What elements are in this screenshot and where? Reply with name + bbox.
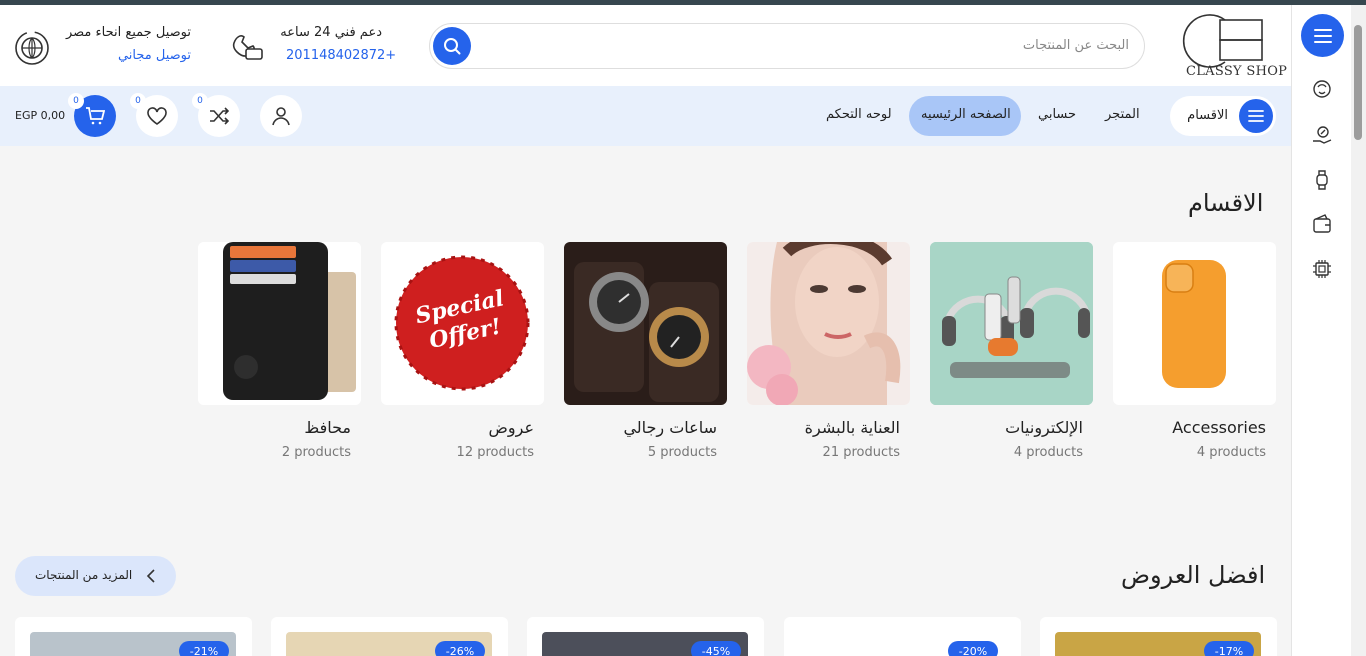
category-image (1162, 260, 1226, 388)
category-card-skincare[interactable] (747, 242, 910, 405)
category-card-offers[interactable]: Special Offer! (381, 242, 544, 405)
wishlist-count-badge: 0 (130, 93, 146, 109)
cart-icon (86, 107, 105, 125)
support-title: دعم فني 24 ساعه (280, 25, 382, 40)
logo-text: CLASSY SHOP (1186, 64, 1288, 79)
discount-badge: -45% (691, 641, 741, 656)
account-button[interactable] (260, 95, 302, 137)
offers-section-title: افضل العروض (1121, 561, 1266, 589)
offer-card[interactable]: -17% (1040, 617, 1277, 656)
category-name[interactable]: العناية بالبشرة (737, 418, 900, 437)
discount-badge: -17% (1204, 641, 1254, 656)
nav-link-dashboard[interactable]: لوحه التحكم (826, 107, 892, 122)
watch-icon[interactable] (1311, 169, 1333, 191)
category-count: 4 products (1013, 445, 1083, 460)
search-bar[interactable]: البحث عن المنتجات (429, 23, 1145, 69)
category-name[interactable]: محافظ (188, 418, 351, 437)
category-count: 21 products (822, 445, 900, 460)
site-header: CLASSY SHOP البحث عن المنتجات دعم فني 24… (0, 5, 1291, 86)
discount-badge: -20% (948, 641, 998, 656)
nav-link-account[interactable]: حسابي (1038, 107, 1076, 122)
category-name[interactable]: عروض (371, 418, 534, 437)
compare-count-badge: 0 (192, 93, 208, 109)
category-card-wallets[interactable] (198, 242, 361, 405)
user-icon (272, 107, 290, 126)
category-image (198, 242, 361, 405)
category-count: 12 products (456, 445, 534, 460)
categories-section-title: الاقسام (1188, 189, 1264, 217)
offer-card[interactable]: -26% (271, 617, 508, 656)
category-card-accessories[interactable] (1113, 242, 1276, 405)
search-icon (444, 38, 461, 55)
category-image (747, 242, 910, 405)
category-count: 2 products (281, 445, 351, 460)
scrollbar-thumb[interactable] (1354, 25, 1362, 140)
discount-hand-icon[interactable] (1311, 124, 1333, 146)
discount-badge: -26% (435, 641, 485, 656)
cart-count-badge: 0 (68, 93, 84, 109)
categories-menu-button[interactable]: الاقسام (1170, 96, 1276, 136)
hamburger-icon (1313, 28, 1332, 43)
shipping-title: توصيل جميع انحاء مصر (65, 25, 191, 40)
main-nav: الاقسام المتجر حسابي الصفحه الرئيسيه لوح… (0, 86, 1291, 146)
offer-card[interactable]: -21% (15, 617, 252, 656)
chip-icon[interactable] (1311, 258, 1333, 280)
side-rail (1291, 5, 1351, 656)
wallet-icon[interactable] (1311, 213, 1333, 235)
face-icon[interactable] (1311, 78, 1333, 100)
category-card-mens-watches[interactable] (564, 242, 727, 405)
more-products-label: المزيد من المنتجات (35, 568, 133, 582)
category-name[interactable]: الإلكترونيات (920, 418, 1083, 437)
hamburger-icon (1248, 110, 1264, 122)
category-name[interactable]: Accessories (1103, 418, 1266, 437)
offer-card[interactable]: -45% (527, 617, 764, 656)
globe-icon (15, 31, 49, 65)
search-button[interactable] (433, 27, 471, 65)
categories-menu-icon-wrap (1239, 99, 1273, 133)
heart-icon (147, 107, 167, 125)
category-name[interactable]: ساعات رجالي (554, 418, 717, 437)
categories-menu-label: الاقسام (1187, 108, 1228, 123)
category-image (564, 242, 727, 405)
shuffle-icon (210, 107, 229, 125)
rail-menu-button[interactable] (1301, 14, 1344, 57)
nav-link-shop[interactable]: المتجر (1105, 107, 1140, 122)
more-products-button[interactable]: المزيد من المنتجات (15, 556, 176, 596)
nav-link-home[interactable]: الصفحه الرئيسيه (921, 107, 1011, 122)
cart-total[interactable]: EGP 0,00 (15, 109, 65, 122)
offer-card[interactable]: -20% (784, 617, 1021, 656)
category-count: 5 products (647, 445, 717, 460)
category-count: 4 products (1196, 445, 1266, 460)
category-image (930, 242, 1093, 405)
search-input[interactable]: البحث عن المنتجات (1023, 38, 1129, 53)
support-phone[interactable]: 201148402872+ (286, 48, 396, 63)
chevron-left-icon (146, 569, 155, 583)
discount-badge: -21% (179, 641, 229, 656)
shipping-subtitle: توصيل مجاني (117, 48, 191, 63)
page-scrollbar[interactable] (1351, 5, 1366, 656)
phone-icon (232, 35, 263, 60)
category-card-electronics[interactable] (930, 242, 1093, 405)
